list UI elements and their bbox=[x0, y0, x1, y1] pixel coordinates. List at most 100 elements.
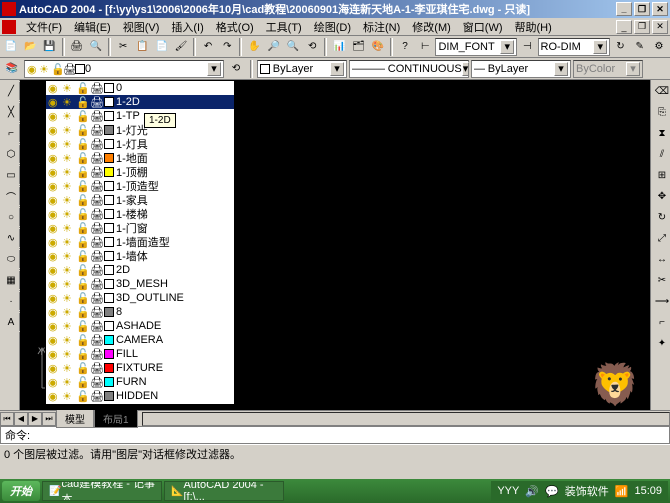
save-icon[interactable]: 💾 bbox=[41, 37, 59, 57]
menu-modify[interactable]: 修改(M) bbox=[406, 17, 457, 37]
task-autocad[interactable]: 📐 AutoCAD 2004 - [f:\... bbox=[164, 481, 284, 501]
menu-format[interactable]: 格式(O) bbox=[210, 17, 260, 37]
layer-row[interactable]: ◉☀🔓🖨FURN bbox=[46, 375, 234, 389]
fillet-icon[interactable]: ⌐ bbox=[652, 312, 670, 332]
layer-row[interactable]: ◉☀🔓🖨0 bbox=[46, 81, 234, 95]
help-icon[interactable]: ? bbox=[396, 37, 414, 57]
layer-row[interactable]: ◉☀🔓🖨FILL bbox=[46, 347, 234, 361]
point-icon[interactable]: · bbox=[1, 291, 21, 311]
menu-edit[interactable]: 编辑(E) bbox=[68, 17, 117, 37]
line-icon[interactable]: ╱ bbox=[1, 81, 21, 101]
circle-icon[interactable]: ○ bbox=[1, 207, 21, 227]
tool-palette-icon[interactable]: 🎨 bbox=[369, 37, 387, 57]
layer-dropdown[interactable]: ◉☀🔓🖨0◉☀🔓🖨1-2D◉☀🔓🖨1-TP◉☀🔓🖨1-灯光◉☀🔓🖨1-灯具◉☀🔓… bbox=[45, 80, 235, 405]
array-icon[interactable]: ⊞ bbox=[652, 165, 670, 185]
spline-icon[interactable]: ∿ bbox=[1, 228, 21, 248]
layer-row[interactable]: ◉☀🔓🖨1-顶棚 bbox=[46, 165, 234, 179]
undo-icon[interactable]: ↶ bbox=[199, 37, 217, 57]
layer-row[interactable]: ◉☀🔓🖨1-灯光 bbox=[46, 123, 234, 137]
menu-view[interactable]: 视图(V) bbox=[117, 17, 166, 37]
doc-close-button[interactable]: ✕ bbox=[652, 20, 668, 34]
pan-icon[interactable]: ✋ bbox=[245, 37, 263, 57]
layer-row[interactable]: ◉☀🔓🖨1-TP bbox=[46, 109, 234, 123]
open-icon[interactable]: 📂 bbox=[21, 37, 39, 57]
menu-insert[interactable]: 插入(I) bbox=[165, 17, 209, 37]
start-button[interactable]: 开始 bbox=[2, 481, 40, 501]
layer-row[interactable]: ◉☀🔓🖨1-2D bbox=[46, 95, 234, 109]
color-combo[interactable]: ByLayer▾ bbox=[257, 60, 347, 78]
drawing-canvas[interactable]: ◉☀🔓🖨0◉☀🔓🖨1-2D◉☀🔓🖨1-TP◉☀🔓🖨1-灯光◉☀🔓🖨1-灯具◉☀🔓… bbox=[20, 80, 670, 410]
layer-row[interactable]: ◉☀🔓🖨ASHADE bbox=[46, 319, 234, 333]
layer-row[interactable]: ◉☀🔓🖨1-灯具 bbox=[46, 137, 234, 151]
lineweight-combo[interactable]: — ByLayer▾ bbox=[471, 60, 571, 78]
polygon-icon[interactable]: ⬡ bbox=[1, 144, 21, 164]
layer-mgr-icon[interactable]: 📚 bbox=[2, 59, 22, 79]
menu-window[interactable]: 窗口(W) bbox=[457, 17, 509, 37]
new-icon[interactable]: 📄 bbox=[2, 37, 20, 57]
layer-row[interactable]: ◉☀🔓🖨2D bbox=[46, 263, 234, 277]
redo-icon[interactable]: ↷ bbox=[218, 37, 236, 57]
menu-tools[interactable]: 工具(T) bbox=[260, 17, 308, 37]
command-line[interactable]: 命令: bbox=[0, 426, 670, 444]
erase-icon[interactable]: ⌫ bbox=[652, 81, 670, 101]
stretch-icon[interactable]: ↔ bbox=[652, 249, 670, 269]
doc-minimize-button[interactable]: _ bbox=[616, 20, 632, 34]
layer-row[interactable]: ◉☀🔓🖨1-地面 bbox=[46, 151, 234, 165]
xline-icon[interactable]: ╳ bbox=[1, 102, 21, 122]
dimstyle-combo[interactable]: DIM_FONT▾ bbox=[435, 38, 517, 56]
scale-icon[interactable]: ⤢ bbox=[652, 228, 670, 248]
dim-sty-icon[interactable]: ⚙ bbox=[650, 37, 668, 57]
layer-row[interactable]: ◉☀🔓🖨1-门窗 bbox=[46, 221, 234, 235]
layer-row[interactable]: ◉☀🔓🖨1-顶造型 bbox=[46, 179, 234, 193]
pline-icon[interactable]: ⌐ bbox=[1, 123, 21, 143]
layer-row[interactable]: ◉☀🔓🖨1-家具 bbox=[46, 193, 234, 207]
tab-model[interactable]: 模型 bbox=[56, 409, 94, 428]
menu-file[interactable]: 文件(F) bbox=[20, 17, 68, 37]
zoom-win-icon[interactable]: 🔍 bbox=[284, 37, 302, 57]
dc-icon[interactable]: 🗂 bbox=[350, 37, 368, 57]
menu-draw[interactable]: 绘图(D) bbox=[308, 17, 357, 37]
dim-icon[interactable]: ⊢ bbox=[416, 37, 434, 57]
doc-restore-button[interactable]: ❐ bbox=[634, 20, 650, 34]
copy2-icon[interactable]: ⎘ bbox=[652, 102, 670, 122]
offset-icon[interactable]: ⫽ bbox=[652, 144, 670, 164]
tab-layout1[interactable]: 布局1 bbox=[94, 409, 138, 428]
task-notepad[interactable]: 📝 cad建模教程 - 记事本 bbox=[42, 481, 162, 501]
layer-row[interactable]: ◉☀🔓🖨1-墙面造型 bbox=[46, 235, 234, 249]
rotate-icon[interactable]: ↻ bbox=[652, 207, 670, 227]
close-button[interactable]: ✕ bbox=[652, 2, 668, 16]
cut-icon[interactable]: ✂ bbox=[114, 37, 132, 57]
layer-row[interactable]: ◉☀🔓🖨FIXTURE bbox=[46, 361, 234, 375]
dim-upd-icon[interactable]: ↻ bbox=[611, 37, 629, 57]
paste-icon[interactable]: 📄 bbox=[153, 37, 171, 57]
layer-row[interactable]: ◉☀🔓🖨3D_OUTLINE bbox=[46, 291, 234, 305]
match-icon[interactable]: 🖌 bbox=[172, 37, 190, 57]
explode-icon[interactable]: ✦ bbox=[652, 333, 670, 353]
layer-row[interactable]: ◉☀🔓🖨HIDDEN bbox=[46, 389, 234, 403]
dim-ed-icon[interactable]: ✎ bbox=[631, 37, 649, 57]
zoom-prev-icon[interactable]: ⟲ bbox=[303, 37, 321, 57]
move-icon[interactable]: ✥ bbox=[652, 186, 670, 206]
layer-row[interactable]: ◉☀🔓🖨8 bbox=[46, 305, 234, 319]
maximize-button[interactable]: ❐ bbox=[634, 2, 650, 16]
layer-row[interactable]: ◉☀🔓🖨1-楼梯 bbox=[46, 207, 234, 221]
layer-row[interactable]: ◉☀🔓🖨INSERT bbox=[46, 403, 234, 405]
layer-prev-icon[interactable]: ⟲ bbox=[226, 59, 246, 79]
rect-icon[interactable]: ▭ bbox=[1, 165, 21, 185]
system-tray[interactable]: YYY 🔊💬 装饰软件 📶 15:09 bbox=[491, 481, 668, 501]
print-icon[interactable]: 🖨 bbox=[68, 37, 86, 57]
layer-row[interactable]: ◉☀🔓🖨CAMERA bbox=[46, 333, 234, 347]
layer-row[interactable]: ◉☀🔓🖨1-墙体 bbox=[46, 249, 234, 263]
dim2-icon[interactable]: ⊣ bbox=[518, 37, 536, 57]
minimize-button[interactable]: _ bbox=[616, 2, 632, 16]
linetype-combo[interactable]: ——— CONTINUOUS▾ bbox=[349, 60, 469, 78]
extend-icon[interactable]: ⟶ bbox=[652, 291, 670, 311]
ellipse-icon[interactable]: ⬭ bbox=[1, 249, 21, 269]
copy-icon[interactable]: 📋 bbox=[133, 37, 151, 57]
hatch-icon[interactable]: ▦ bbox=[1, 270, 21, 290]
hscroll[interactable] bbox=[142, 412, 670, 426]
zoom-rt-icon[interactable]: 🔎 bbox=[265, 37, 283, 57]
arc-icon[interactable]: ⌒ bbox=[1, 186, 21, 206]
preview-icon[interactable]: 🔍 bbox=[87, 37, 105, 57]
dimstyle2-combo[interactable]: RO-DIM▾ bbox=[538, 38, 611, 56]
